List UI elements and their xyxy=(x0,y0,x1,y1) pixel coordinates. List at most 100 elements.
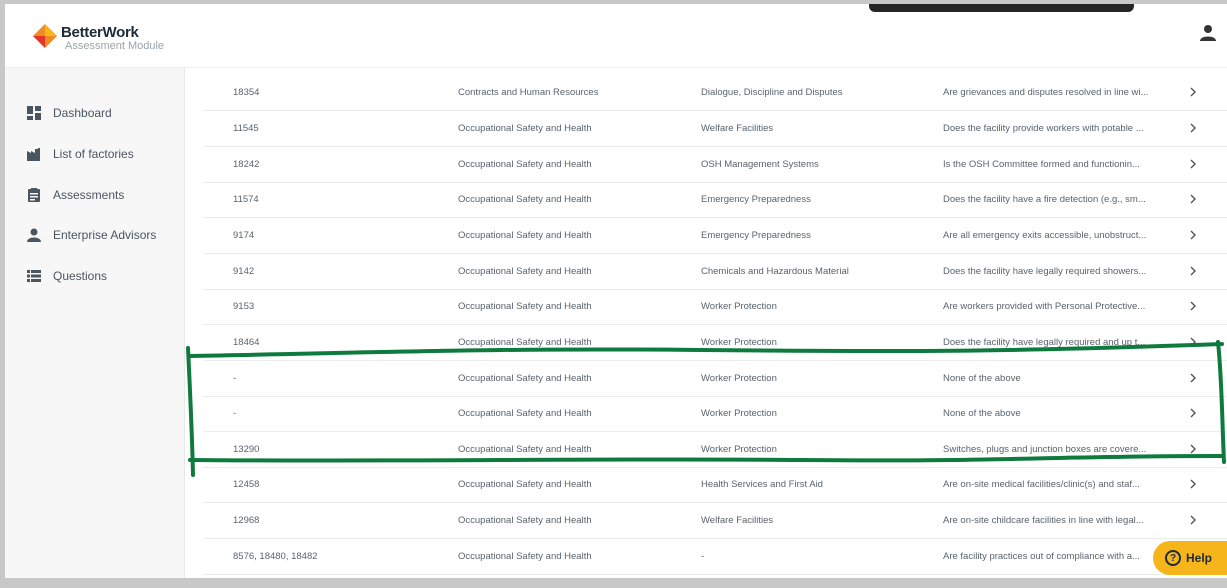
cell-subarea: Emergency Preparedness xyxy=(701,193,811,205)
cell-question: Does the facility have legally required … xyxy=(943,325,1165,360)
question-text: Does the facility have legally required … xyxy=(943,265,1147,277)
cell-question: None of the above xyxy=(943,396,1165,431)
chevron-right-icon[interactable] xyxy=(1183,147,1203,182)
top-header: BetterWork Assessment Module xyxy=(5,4,1227,68)
chevron-right-icon[interactable] xyxy=(1183,361,1203,396)
table-row[interactable]: 12458 Occupational Safety and Health Hea… xyxy=(203,467,1227,503)
brand-name: BetterWork xyxy=(61,24,139,41)
question-text: Are all emergency exits accessible, unob… xyxy=(943,229,1147,241)
chevron-right-icon[interactable] xyxy=(1183,75,1203,110)
cell-question-id: 18354 xyxy=(233,86,260,98)
question-text: Are grievances and disputes resolved in … xyxy=(943,86,1149,98)
chevron-right-icon[interactable] xyxy=(1183,218,1203,253)
cell-question-id: 8576, 18480, 18482 xyxy=(233,550,318,562)
table-row[interactable]: 9174 Occupational Safety and Health Emer… xyxy=(203,218,1227,254)
sidebar-item-label: List of factories xyxy=(53,147,134,161)
user-icon xyxy=(27,228,41,242)
table-row[interactable]: 9153 Occupational Safety and Health Work… xyxy=(203,289,1227,325)
table-row[interactable]: 9142 Occupational Safety and Health Chem… xyxy=(203,254,1227,290)
cell-question-id: - xyxy=(233,407,237,419)
cell-question: Does the facility provide workers with p… xyxy=(943,111,1165,146)
question-text: Does the facility have a fire detection … xyxy=(943,193,1146,205)
dashboard-icon xyxy=(27,106,41,120)
sidebar-item-questions[interactable]: Questions xyxy=(5,261,185,291)
cell-subarea: Welfare Facilities xyxy=(701,122,774,134)
cell-area: Occupational Safety and Health xyxy=(458,229,592,241)
help-icon: ? xyxy=(1165,550,1181,566)
cell-subarea: Chemicals and Hazardous Material xyxy=(701,265,849,277)
table-row[interactable]: - Occupational Safety and Health Worker … xyxy=(203,361,1227,397)
table-row[interactable]: 18464 Occupational Safety and Health Wor… xyxy=(203,325,1227,361)
cell-question-id: 11545 xyxy=(233,122,259,134)
chevron-right-icon[interactable] xyxy=(1183,467,1203,502)
cell-question: Are workers provided with Personal Prote… xyxy=(943,289,1165,324)
question-text: Are on-site medical facilities/clinic(s)… xyxy=(943,478,1140,490)
cell-question: Does the facility have a fire detection … xyxy=(943,182,1165,217)
top-overlay-bar xyxy=(869,4,1134,12)
cell-subarea: - xyxy=(701,550,705,562)
cell-area: Contracts and Human Resources xyxy=(458,86,599,98)
chevron-right-icon[interactable] xyxy=(1183,432,1203,467)
sidebar-item-assessments[interactable]: Assessments xyxy=(5,180,185,210)
chevron-right-icon[interactable] xyxy=(1183,289,1203,324)
cell-area: Occupational Safety and Health xyxy=(458,372,592,384)
sidebar-item-label: Enterprise Advisors xyxy=(53,228,157,242)
sidebar-item-enterprise-advisors[interactable]: Enterprise Advisors xyxy=(5,220,185,250)
chevron-right-icon[interactable] xyxy=(1183,396,1203,431)
table-row[interactable]: 11574 Occupational Safety and Health Eme… xyxy=(203,182,1227,218)
table-row[interactable]: 11545 Occupational Safety and Health Wel… xyxy=(203,111,1227,147)
sidebar-item-factories[interactable]: List of factories xyxy=(5,139,185,169)
question-text: Is the OSH Committee formed and function… xyxy=(943,158,1140,170)
clipboard-icon xyxy=(28,188,40,202)
table-row[interactable]: 12968 Occupational Safety and Health Wel… xyxy=(203,503,1227,539)
brand-logo[interactable]: BetterWork Assessment Module xyxy=(33,20,183,56)
sidebar: Dashboard List of factories Assessments xyxy=(5,68,185,578)
factory-icon xyxy=(27,148,40,161)
cell-subarea: Dialogue, Discipline and Disputes xyxy=(701,86,843,98)
help-button[interactable]: ? Help xyxy=(1153,541,1227,575)
cell-area: Occupational Safety and Health xyxy=(458,336,592,348)
account-icon[interactable] xyxy=(1199,24,1217,42)
chevron-right-icon[interactable] xyxy=(1183,111,1203,146)
cell-area: Occupational Safety and Health xyxy=(458,193,592,205)
sidebar-item-dashboard[interactable]: Dashboard xyxy=(5,98,185,128)
module-name: Assessment Module xyxy=(65,40,165,52)
cell-question-id: 12458 xyxy=(233,478,260,490)
cell-question: Are on-site medical facilities/clinic(s)… xyxy=(943,467,1165,502)
table-row[interactable]: - Occupational Safety and Health Worker … xyxy=(203,396,1227,432)
question-text: None of the above xyxy=(943,372,1021,384)
table-row[interactable]: 8576, 18480, 18482 Occupational Safety a… xyxy=(203,539,1227,575)
cell-subarea: Worker Protection xyxy=(701,300,777,312)
cell-question-id: 12968 xyxy=(233,514,260,526)
cell-subarea: Worker Protection xyxy=(701,372,777,384)
logo-mark-icon xyxy=(33,24,57,48)
question-text: Switches, plugs and junction boxes are c… xyxy=(943,443,1147,455)
questions-table: 18354 Contracts and Human Resources Dial… xyxy=(203,68,1227,578)
chevron-right-icon[interactable] xyxy=(1183,325,1203,360)
table-row[interactable]: 18354 Contracts and Human Resources Dial… xyxy=(203,75,1227,111)
cell-subarea: Worker Protection xyxy=(701,336,777,348)
cell-area: Occupational Safety and Health xyxy=(458,300,592,312)
cell-question: Does the facility have legally required … xyxy=(943,254,1165,289)
question-text: Are workers provided with Personal Prote… xyxy=(943,300,1146,312)
cell-area: Occupational Safety and Health xyxy=(458,122,592,134)
cell-question: Are all emergency exits accessible, unob… xyxy=(943,218,1165,253)
chevron-right-icon[interactable] xyxy=(1183,182,1203,217)
cell-subarea: Emergency Preparedness xyxy=(701,229,811,241)
cell-question-id: 18464 xyxy=(233,336,260,348)
table-row[interactable]: 18242 Occupational Safety and Health OSH… xyxy=(203,147,1227,183)
cell-question-id: 13290 xyxy=(233,443,260,455)
chevron-right-icon[interactable] xyxy=(1183,254,1203,289)
cell-question: Is the OSH Committee formed and function… xyxy=(943,147,1165,182)
cell-question-id: 9174 xyxy=(233,229,255,241)
table-row[interactable]: 13290 Occupational Safety and Health Wor… xyxy=(203,432,1227,468)
cell-question-id: 9153 xyxy=(233,300,255,312)
cell-subarea: OSH Management Systems xyxy=(701,158,819,170)
sidebar-item-label: Assessments xyxy=(53,188,125,202)
cell-question: Are facility practices out of compliance… xyxy=(943,539,1165,574)
cell-area: Occupational Safety and Health xyxy=(458,158,592,170)
cell-area: Occupational Safety and Health xyxy=(458,407,592,419)
cell-subarea: Worker Protection xyxy=(701,443,777,455)
chevron-right-icon[interactable] xyxy=(1183,503,1203,538)
sidebar-item-label: Questions xyxy=(53,269,108,283)
